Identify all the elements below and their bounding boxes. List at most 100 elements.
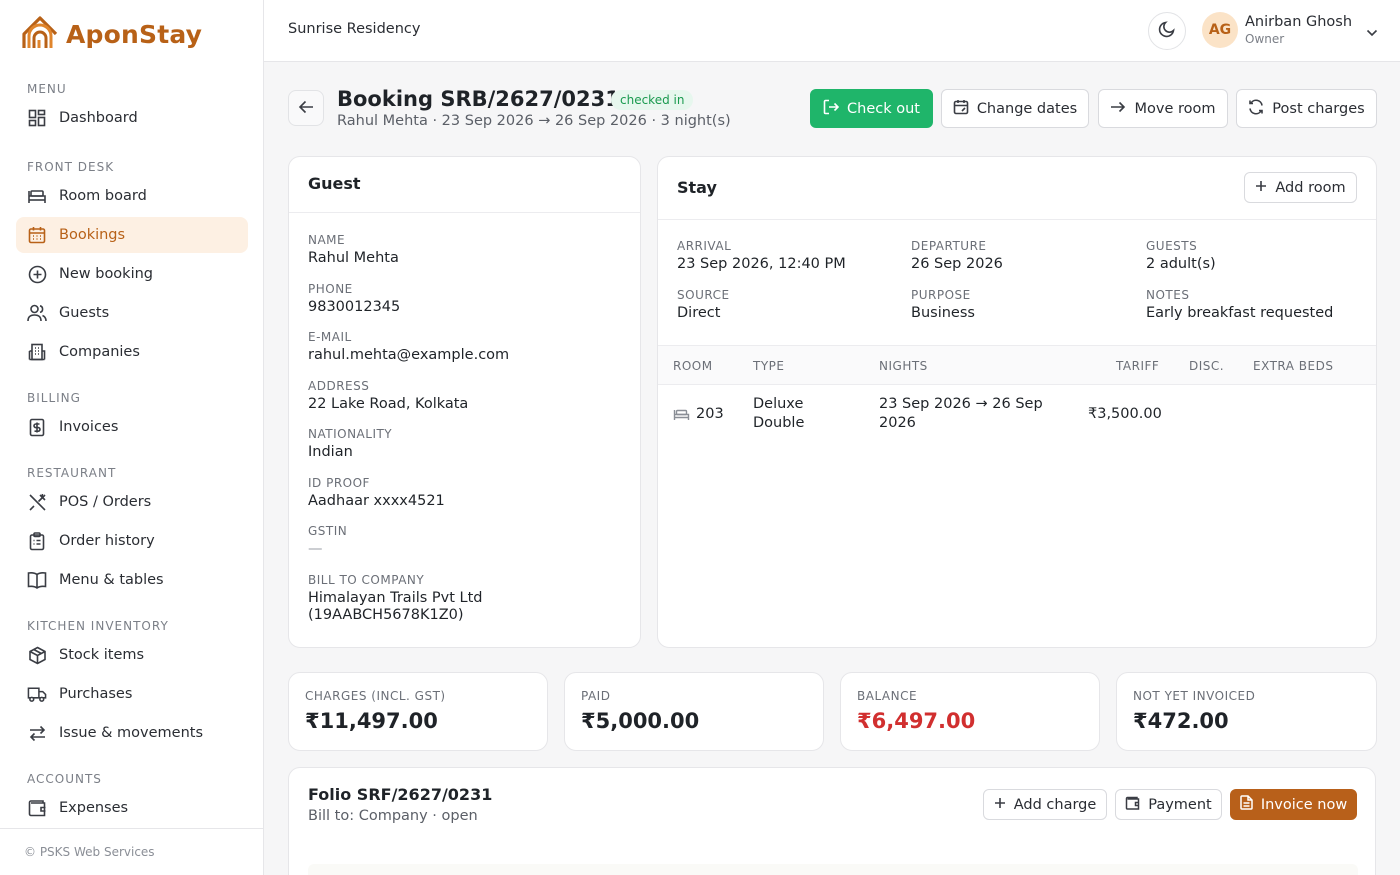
field-label: E-MAIL [308,330,352,344]
payment-button[interactable]: Payment [1115,789,1222,820]
chevron-down-icon [1366,22,1378,41]
sidebar-item-expenses[interactable]: Expenses [16,790,248,826]
calendar-edit-icon [953,99,969,119]
nav-section-title: RESTAURANT [27,466,117,480]
rooms-table-header: ROOM TYPE NIGHTS TARIFF DISC. EXTRA BEDS [658,345,1376,385]
user-menu[interactable]: AG Anirban Ghosh Owner [1202,12,1378,48]
summary-label: PAID [581,689,611,703]
arrow-left-icon [298,99,314,118]
sidebar-item-label: Bookings [59,227,126,243]
field-value: (19AABCH5678K1Z0) [308,606,464,623]
page-title: Booking SRB/2627/0231 [337,87,620,111]
status-badge: checked in [611,90,694,110]
summary-label: CHARGES (INCL. GST) [305,689,446,703]
sidebar-item-bookings[interactable]: Bookings [16,217,248,253]
plus-circle-icon [27,264,47,284]
move-room-button[interactable]: Move room [1098,89,1228,128]
column-header-nights: NIGHTS [879,359,928,373]
field-label: ID PROOF [308,475,370,490]
arrows-icon [27,723,47,743]
room-type: Double [753,415,805,431]
add-charge-label: Add charge [1013,796,1097,813]
sidebar-item-label: Dashboard [59,110,138,126]
folio-card: Folio SRF/2627/0231 Bill to: Company · o… [288,767,1376,875]
field-label: SOURCE [677,288,730,302]
summary-value: ₹5,000.00 [581,709,700,733]
stay-card: Stay Add room ARRIVAL 23 Sep 2026, 12:40 … [657,156,1377,648]
sidebar-item-label: POS / Orders [59,494,152,510]
field-value: 22 Lake Road, Kolkata [308,395,469,412]
sidebar-item-order-history[interactable]: Order history [16,523,248,559]
stay-field-purpose: PURPOSE Business [911,288,975,321]
add-room-button[interactable]: Add room [1244,172,1357,203]
sidebar-item-label: Room board [59,188,147,204]
file-text-icon [1240,795,1253,814]
sidebar-item-dashboard[interactable]: Dashboard [16,100,248,136]
field-value: Rahul Mehta [308,250,399,266]
sidebar-item-companies[interactable]: Companies [16,334,248,370]
stay-field-source: SOURCE Direct [677,288,730,321]
add-charge-button[interactable]: Add charge [983,789,1107,820]
guest-field: NATIONALITY Indian [308,427,640,476]
sidebar-item-issue-movements[interactable]: Issue & movements [16,715,248,751]
payment-label: Payment [1148,796,1212,813]
app-logo[interactable]: AponStay [22,14,202,54]
folio-subtitle: Bill to: Company · open [308,808,478,824]
guest-card: Guest NAME Rahul Mehta PHONE 9830012345 E-… [288,156,641,648]
back-button[interactable] [288,90,324,126]
field-label: GSTIN [308,524,348,538]
stay-field-guests: GUESTS 2 adult(s) [1146,239,1216,272]
invoice-now-label: Invoice now [1260,796,1348,813]
sidebar-item-invoices[interactable]: Invoices [16,409,248,445]
utensils-icon [27,492,47,512]
nav-section-title: MENU [27,82,67,96]
sidebar: AponStay MENU Dashboard FRONT DESK Room … [0,0,264,875]
nav-section-title: BILLING [27,391,81,405]
sidebar-item-menu-tables[interactable]: Menu & tables [16,562,248,598]
column-header-extra-beds: EXTRA BEDS [1253,359,1334,373]
table-row[interactable]: 203 Deluxe Double 23 Sep 2026 → 26 Sep 2… [658,385,1376,447]
field-label: DEPARTURE [911,239,987,253]
user-role: Owner [1245,32,1285,46]
field-value: 23 Sep 2026, 12:40 PM [677,256,846,272]
check-out-button[interactable]: Check out [810,89,933,128]
sidebar-nav: MENU Dashboard FRONT DESK Room board Boo… [16,78,248,830]
building-icon [27,342,47,362]
invoice-now-button[interactable]: Invoice now [1230,789,1357,820]
log-out-icon [823,99,840,119]
refresh-icon [1248,98,1264,119]
change-dates-button[interactable]: Change dates [941,89,1089,128]
sidebar-item-pos-orders[interactable]: POS / Orders [16,484,248,520]
field-label: PURPOSE [911,288,971,302]
sidebar-item-guests[interactable]: Guests [16,295,248,331]
plus-icon [1255,180,1267,196]
sidebar-item-purchases[interactable]: Purchases [16,676,248,712]
wallet-icon [1125,796,1140,814]
sidebar-item-label: Menu & tables [59,572,164,588]
field-value: 2 adult(s) [1146,256,1216,272]
sidebar-item-label: New booking [59,266,154,282]
field-label: BILL TO COMPANY [308,572,425,587]
property-name[interactable]: Sunrise Residency [288,21,420,37]
logo-icon [22,14,58,54]
sidebar-item-label: Guests [59,305,110,321]
room-nights: 23 Sep 2026 → 26 Sep [879,396,1043,412]
sidebar-item-room-board[interactable]: Room board [16,178,248,214]
field-label: GUESTS [1146,239,1198,253]
summary-card-charges: CHARGES (INCL. GST) ₹11,497.00 [288,672,548,751]
book-icon [27,570,47,590]
check-out-label: Check out [847,100,920,117]
sidebar-item-stock-items[interactable]: Stock items [16,637,248,673]
user-name: Anirban Ghosh [1245,14,1353,30]
users-icon [27,303,47,323]
post-charges-button[interactable]: Post charges [1236,89,1377,128]
room-tariff: ₹3,500.00 [1088,406,1162,422]
field-label: NAME [308,233,346,247]
sidebar-item-label: Issue & movements [59,725,203,741]
add-room-label: Add room [1275,179,1346,196]
theme-toggle-button[interactable] [1148,12,1186,50]
room-number: 203 [696,406,724,422]
column-header-disc: DISC. [1189,359,1225,373]
room-nights: 2026 [879,415,916,431]
sidebar-item-new-booking[interactable]: New booking [16,256,248,292]
